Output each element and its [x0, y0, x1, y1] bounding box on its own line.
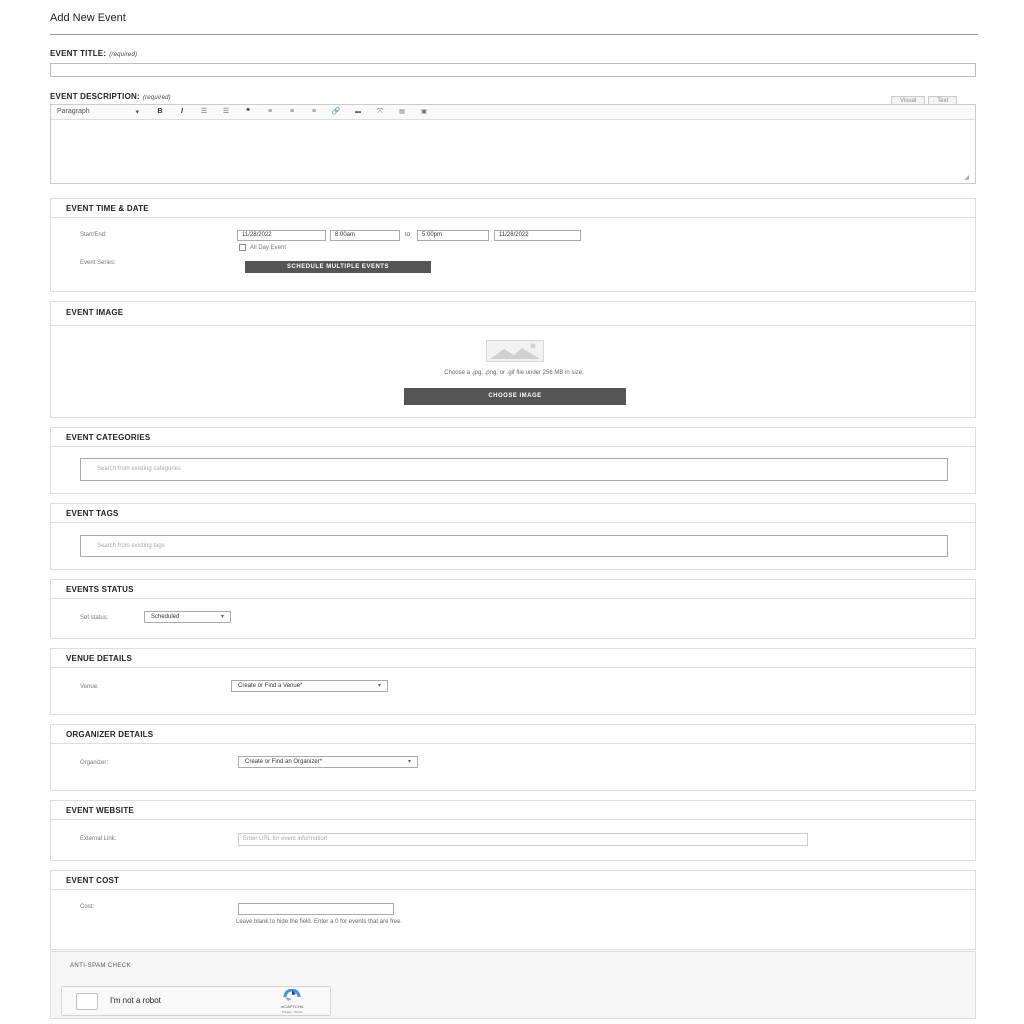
- page-title: Add New Event: [50, 12, 126, 24]
- format-select[interactable]: Paragraph ▾: [57, 108, 149, 116]
- cost-helper-text: Leave blank to hide the field. Enter a 0…: [236, 919, 403, 925]
- align-right-icon[interactable]: ≡: [303, 106, 325, 118]
- all-day-checkbox[interactable]: [239, 244, 246, 251]
- venue-header: VENUE DETAILS: [51, 649, 975, 668]
- organizer-header: ORGANIZER DETAILS: [51, 725, 975, 744]
- event-title-input[interactable]: [50, 63, 976, 77]
- bold-button[interactable]: B: [149, 106, 171, 118]
- end-date-input[interactable]: 11/28/2022: [494, 230, 581, 241]
- venue-label: Venue:: [80, 684, 99, 690]
- cost-header: EVENT COST: [51, 871, 975, 890]
- time-date-header: EVENT TIME & DATE: [51, 199, 975, 218]
- start-time-input[interactable]: 8:00am: [330, 230, 400, 241]
- end-time-input[interactable]: 5:00pm: [417, 230, 489, 241]
- italic-button[interactable]: I: [171, 106, 193, 118]
- categories-search-input[interactable]: Search from existing categories: [80, 458, 948, 481]
- start-date-input[interactable]: 11/28/2022: [237, 230, 326, 241]
- chevron-down-icon: ▾: [220, 614, 224, 620]
- link-icon[interactable]: 🔗: [325, 106, 347, 118]
- blockquote-icon[interactable]: ❝: [237, 106, 259, 118]
- website-header: EVENT WEBSITE: [51, 801, 975, 820]
- venue-panel: VENUE DETAILS Venue: Create or Find a Ve…: [50, 648, 976, 715]
- antispam-header: ANTI-SPAM CHECK: [70, 963, 131, 969]
- external-link-label: External Link:: [80, 836, 117, 842]
- organizer-select[interactable]: Create or Find an Organizer* ▾: [238, 756, 418, 768]
- tags-panel: EVENT TAGS Search from existing tags: [50, 503, 976, 570]
- align-center-icon[interactable]: ≡: [281, 106, 303, 118]
- numbered-list-icon[interactable]: ☰: [215, 106, 237, 118]
- chevron-down-icon: ▾: [407, 759, 411, 765]
- status-header: EVENTS STATUS: [51, 580, 975, 599]
- all-day-label: All Day Event: [250, 245, 287, 251]
- tags-search-input[interactable]: Search from existing tags: [80, 535, 948, 557]
- recaptcha-label: I'm not a robot: [110, 996, 161, 1005]
- editor-content-area[interactable]: [51, 120, 975, 179]
- resize-handle-icon[interactable]: ◢: [964, 174, 969, 181]
- cost-input[interactable]: [238, 903, 394, 915]
- venue-select[interactable]: Create or Find a Venue* ▾: [231, 680, 388, 692]
- recaptcha-brand: reCAPTCHA: [280, 1004, 304, 1009]
- event-image-panel: EVENT IMAGE Choose a .jpg, .png, or .gif…: [50, 301, 976, 418]
- recaptcha-logo-icon: [283, 989, 301, 1001]
- tags-header: EVENT TAGS: [51, 504, 975, 523]
- external-link-input[interactable]: Enter URL for event information: [238, 833, 808, 846]
- choose-image-button[interactable]: CHOOSE IMAGE: [404, 388, 626, 405]
- chevron-down-icon: ▾: [135, 109, 139, 116]
- categories-panel: EVENT CATEGORIES Search from existing ca…: [50, 427, 976, 494]
- title-divider: [50, 34, 978, 35]
- fullscreen-icon[interactable]: ⤧: [369, 106, 391, 118]
- categories-header: EVENT CATEGORIES: [51, 428, 975, 447]
- event-title-label: EVENT TITLE: (required): [50, 49, 138, 58]
- image-helper-text: Choose a .jpg, .png, or .gif file under …: [444, 370, 584, 376]
- set-status-label: Set status:: [80, 615, 109, 621]
- image-placeholder-icon: [486, 340, 544, 362]
- organizer-panel: ORGANIZER DETAILS Organizer: Create or F…: [50, 724, 976, 791]
- recaptcha-links[interactable]: Privacy - Terms: [270, 1010, 314, 1014]
- to-label: to: [405, 232, 411, 238]
- description-editor: Paragraph ▾ B I ☰ ☰ ❝ ≡ ≡ ≡ 🔗 ▬ ⤧ ▤ ▣ ◢: [50, 104, 976, 184]
- start-end-label: Start/End:: [80, 232, 107, 238]
- recaptcha-checkbox[interactable]: [76, 993, 98, 1010]
- align-left-icon[interactable]: ≡: [259, 106, 281, 118]
- status-panel: EVENTS STATUS Set status: Scheduled ▾: [50, 579, 976, 639]
- status-select[interactable]: Scheduled ▾: [144, 611, 231, 623]
- cost-panel: EVENT COST Cost: Leave blank to hide the…: [50, 870, 976, 950]
- bullet-list-icon[interactable]: ☰: [193, 106, 215, 118]
- cost-label: Cost:: [80, 904, 95, 910]
- organizer-label: Organizer:: [80, 760, 109, 766]
- read-more-icon[interactable]: ▬: [347, 106, 369, 118]
- event-series-label: Event Series:: [80, 260, 116, 266]
- toolbar-toggle-icon[interactable]: ▤: [391, 106, 413, 118]
- event-description-label: EVENT DESCRIPTION: (required): [50, 92, 171, 101]
- required-note: (required): [109, 52, 138, 58]
- recaptcha-widget: I'm not a robot reCAPTCHA Privacy - Term…: [61, 986, 331, 1016]
- required-note: (required): [142, 95, 171, 101]
- antispam-panel: ANTI-SPAM CHECK I'm not a robot reCAPTCH…: [50, 951, 976, 1019]
- kitchen-sink-icon[interactable]: ▣: [413, 106, 435, 118]
- event-image-header: EVENT IMAGE: [51, 302, 975, 326]
- chevron-down-icon: ▾: [377, 683, 381, 689]
- website-panel: EVENT WEBSITE External Link: Enter URL f…: [50, 800, 976, 861]
- time-date-panel: EVENT TIME & DATE Start/End: 11/28/2022 …: [50, 198, 976, 292]
- schedule-multiple-events-button[interactable]: SCHEDULE MULTIPLE EVENTS: [245, 261, 431, 273]
- editor-toolbar: Paragraph ▾ B I ☰ ☰ ❝ ≡ ≡ ≡ 🔗 ▬ ⤧ ▤ ▣: [51, 105, 975, 120]
